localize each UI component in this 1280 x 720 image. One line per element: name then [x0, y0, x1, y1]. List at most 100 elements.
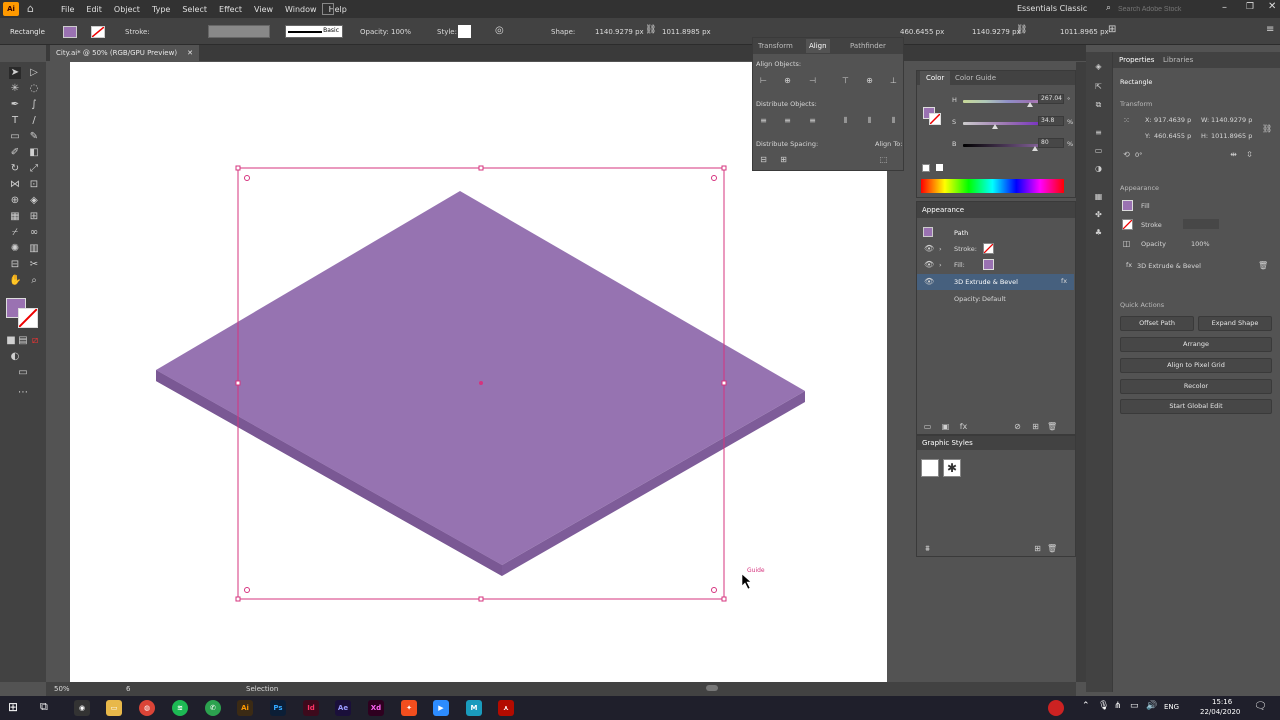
saturation-value[interactable]: 34.8 [1038, 116, 1064, 126]
tab-align[interactable]: Align [806, 39, 830, 53]
clear-appearance-icon[interactable]: ⊘ [1013, 422, 1022, 431]
h-field[interactable]: 1011.8965 p [1211, 132, 1252, 140]
effect-row-label[interactable]: 3D Extrude & Bevel [954, 278, 1018, 286]
style-swatch-2[interactable]: ✱ [943, 459, 961, 477]
appearance-row-effect[interactable]: 👁 3D Extrude & Bevel fx [917, 274, 1074, 290]
constrain-proportions-icon[interactable]: ⛓ [1262, 124, 1272, 133]
align-hcenter-icon[interactable]: ⊕ [783, 76, 792, 85]
battery-icon[interactable]: ▭ [1130, 701, 1139, 711]
clock-date[interactable]: 22/04/2020 [1200, 708, 1240, 716]
new-style-icon[interactable]: ⊞ [1033, 544, 1042, 553]
none-swatch[interactable] [922, 164, 930, 172]
handle-bottom-center[interactable] [478, 596, 484, 602]
distribute-left-icon[interactable]: ⦀ [841, 116, 850, 125]
recolor-button[interactable]: Recolor [1120, 379, 1272, 394]
align-top-icon[interactable]: ⊤ [841, 76, 850, 85]
rotate-angle-icon[interactable]: ⟲ [1122, 150, 1131, 159]
tab-color[interactable]: Color [920, 71, 951, 85]
clock-time[interactable]: 15:16 [1212, 698, 1232, 706]
task-view-icon[interactable]: ⧉ [40, 700, 54, 714]
distribute-top-icon[interactable]: ≡ [759, 116, 768, 125]
handle-bottom-right[interactable] [721, 596, 727, 602]
volume-icon[interactable]: 🔊 [1146, 701, 1157, 711]
zoom-level[interactable]: 50% [54, 685, 70, 693]
export-icon[interactable]: ⇱ [1094, 82, 1103, 91]
offset-path-button[interactable]: Offset Path [1120, 316, 1194, 331]
props-stroke-weight[interactable] [1183, 219, 1219, 229]
handle-top-right[interactable] [721, 165, 727, 171]
delete-style-icon[interactable]: 🗑 [1047, 544, 1057, 553]
align-left-icon[interactable]: ⊢ [759, 76, 768, 85]
reference-point-icon[interactable]: ⁙ [1122, 116, 1131, 125]
props-stroke-swatch[interactable] [1122, 219, 1133, 230]
align-vcenter-icon[interactable]: ⊕ [865, 76, 874, 85]
handle-top-center[interactable] [478, 165, 484, 171]
delete-effect-icon[interactable]: 🗑 [1258, 261, 1268, 270]
whatsapp-icon[interactable]: ✆ [205, 700, 221, 716]
handle-top-left[interactable] [235, 165, 241, 171]
corner-widget-br[interactable] [711, 587, 717, 593]
duplicate-item-icon[interactable]: ⊞ [1031, 422, 1040, 431]
delete-item-icon[interactable]: 🗑 [1047, 422, 1057, 431]
fill-row-swatch[interactable] [983, 259, 994, 270]
expand-arrow-icon[interactable]: › [939, 261, 942, 269]
appearance-row-path[interactable]: Path [917, 224, 1074, 240]
fx-icon[interactable]: fx [1061, 277, 1067, 285]
props-fill-swatch[interactable] [1122, 200, 1133, 211]
corner-widget-tr[interactable] [711, 175, 717, 181]
new-art-icon[interactable]: ▭ [923, 422, 932, 431]
expand-arrow-icon[interactable]: › [939, 245, 942, 253]
microphone-icon[interactable]: 🎙 [1098, 701, 1109, 711]
show-hidden-icons[interactable]: ⌃ [1082, 701, 1090, 711]
teal-app-icon[interactable]: M [466, 700, 482, 716]
distribute-bottom-icon[interactable]: ≡ [808, 116, 817, 125]
spotify-icon[interactable]: ≋ [172, 700, 188, 716]
distribute-vspace-icon[interactable]: ⊟ [759, 155, 768, 164]
tab-properties[interactable]: Properties [1119, 53, 1154, 67]
saturation-slider-thumb[interactable] [991, 124, 998, 129]
xd-taskbar-icon[interactable]: Xd [368, 700, 384, 716]
hue-value[interactable]: 267.04 [1038, 94, 1064, 104]
notifications-icon[interactable]: 🗨 [1254, 701, 1267, 712]
rotate-angle-field[interactable]: 0° [1135, 151, 1142, 159]
visibility-eye-icon[interactable]: 👁 [924, 244, 934, 253]
corner-widget-bl[interactable] [244, 587, 250, 593]
stroke-row-swatch[interactable] [983, 243, 994, 254]
hue-slider-thumb[interactable] [1026, 102, 1033, 107]
transparency-panel-icon[interactable]: ◑ [1094, 164, 1103, 173]
align-bottom-icon[interactable]: ⊥ [889, 76, 898, 85]
tab-transform[interactable]: Transform [758, 39, 793, 53]
tab-libraries[interactable]: Libraries [1163, 53, 1193, 67]
tab-color-guide[interactable]: Color Guide [955, 71, 996, 85]
acrobat-icon[interactable]: ⋏ [498, 700, 514, 716]
figma-icon[interactable]: ✦ [401, 700, 417, 716]
y-field[interactable]: 460.6455 p [1154, 132, 1191, 140]
align-right-icon[interactable]: ⊣ [808, 76, 817, 85]
handle-middle-left[interactable] [235, 380, 241, 386]
slab-top-face[interactable] [156, 191, 805, 565]
style-libraries-icon[interactable]: ⩩ [923, 544, 932, 553]
swatches-icon[interactable]: ▦ [1094, 192, 1103, 201]
artboard-number[interactable]: 6 [126, 685, 130, 693]
file-explorer-icon[interactable]: ▭ [106, 700, 122, 716]
color-spectrum[interactable] [921, 179, 1064, 193]
handle-middle-right[interactable] [721, 380, 727, 386]
white-swatch[interactable] [936, 164, 943, 171]
tab-pathfinder[interactable]: Pathfinder [850, 39, 886, 53]
distribute-hcenter-icon[interactable]: ⦀ [865, 116, 874, 125]
store-icon[interactable]: ◉ [74, 700, 90, 716]
distribute-right-icon[interactable]: ⦀ [889, 116, 898, 125]
horizontal-scroll-thumb[interactable] [706, 685, 718, 691]
handle-bottom-left[interactable] [235, 596, 241, 602]
language-indicator[interactable]: ENG [1164, 703, 1179, 711]
default-style-swatch[interactable] [921, 459, 939, 477]
illustrator-taskbar-icon[interactable]: Ai [237, 700, 253, 716]
recording-indicator-icon[interactable] [1048, 700, 1064, 716]
vertical-scrollbar[interactable] [1076, 62, 1086, 682]
expand-shape-button[interactable]: Expand Shape [1198, 316, 1272, 331]
props-opacity-value[interactable]: 100% [1191, 240, 1210, 248]
brushes-icon[interactable]: ✤ [1094, 210, 1103, 219]
color-stroke-swatch[interactable] [929, 113, 941, 125]
layers-icon[interactable]: ◈ [1094, 62, 1103, 71]
start-global-edit-button[interactable]: Start Global Edit [1120, 399, 1272, 414]
